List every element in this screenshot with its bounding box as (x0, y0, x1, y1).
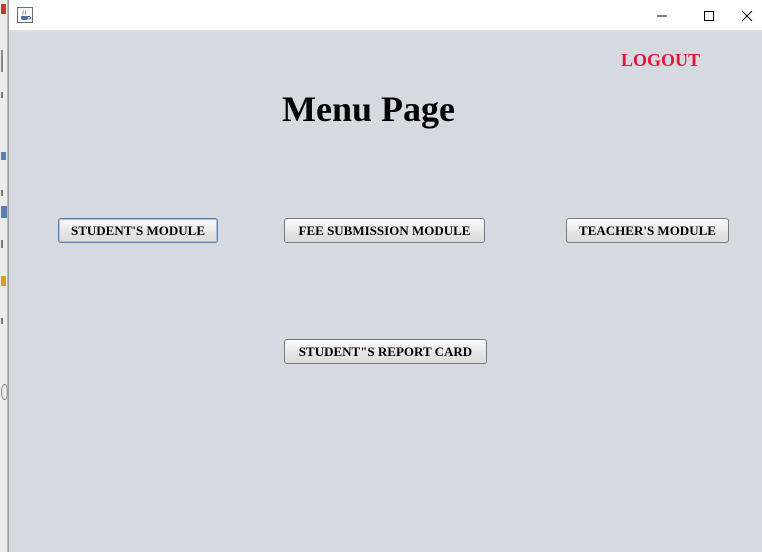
ide-marker (1, 152, 6, 160)
java-cup-icon (17, 7, 33, 23)
report-card-button[interactable]: STUDENT"S REPORT CARD (284, 339, 487, 364)
maximize-button[interactable] (686, 0, 732, 31)
ide-marker (1, 50, 3, 72)
fee-submission-module-button[interactable]: FEE SUBMISSION MODULE (284, 218, 485, 243)
ide-marker (1, 190, 3, 196)
teachers-module-button[interactable]: TEACHER'S MODULE (566, 218, 729, 243)
ide-marker (1, 240, 3, 248)
students-module-button[interactable]: STUDENT'S MODULE (58, 218, 218, 243)
page-title: Menu Page (282, 89, 455, 129)
background-ide-strip (0, 0, 8, 552)
title-bar[interactable] (9, 0, 762, 31)
ide-marker (1, 4, 6, 14)
ide-marker (1, 384, 8, 400)
ide-marker (1, 276, 6, 286)
maximize-icon (704, 11, 714, 21)
close-button[interactable] (732, 0, 762, 31)
ide-marker (1, 206, 7, 218)
menu-window: LOGOUT Menu Page STUDENT'S MODULE FEE SU… (8, 0, 762, 552)
logout-link[interactable]: LOGOUT (621, 50, 700, 71)
ide-marker (1, 92, 3, 98)
minimize-button[interactable] (639, 0, 685, 31)
minimize-icon (657, 15, 667, 17)
close-icon (741, 10, 753, 22)
screen: LOGOUT Menu Page STUDENT'S MODULE FEE SU… (0, 0, 762, 552)
ide-marker (1, 318, 3, 324)
